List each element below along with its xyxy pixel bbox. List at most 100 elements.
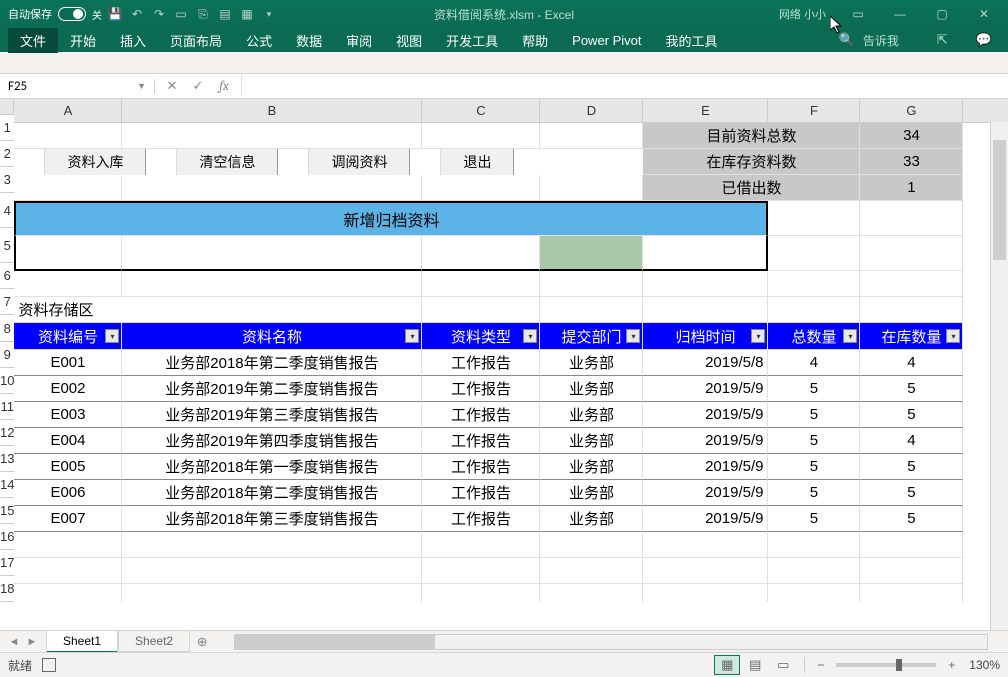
- cell-row17-1[interactable]: [122, 558, 422, 584]
- lookup-button[interactable]: 调阅资料: [308, 149, 410, 175]
- sheet-tab-1[interactable]: Sheet1: [46, 631, 118, 653]
- col-header-E[interactable]: E: [643, 99, 768, 122]
- data-cell-3-3[interactable]: 业务部: [540, 428, 643, 454]
- table-header-6[interactable]: 在库数量▾: [860, 323, 963, 350]
- input-id[interactable]: [14, 236, 122, 271]
- cell-C1[interactable]: [422, 123, 540, 149]
- cell-row16-4[interactable]: [643, 532, 768, 558]
- data-cell-1-2[interactable]: 工作报告: [422, 376, 540, 402]
- view-normal-icon[interactable]: ▦: [714, 655, 740, 675]
- name-box[interactable]: F25 ▼: [0, 79, 155, 94]
- cell-row18-3[interactable]: [540, 584, 643, 602]
- close-button[interactable]: ✕: [964, 0, 1004, 28]
- stats-value-out[interactable]: 1: [860, 175, 963, 201]
- zoom-in-button[interactable]: +: [944, 658, 959, 672]
- tab-developer[interactable]: 开发工具: [434, 28, 510, 53]
- data-cell-4-5[interactable]: 5: [768, 454, 860, 480]
- data-cell-3-2[interactable]: 工作报告: [422, 428, 540, 454]
- autosave-switch-icon[interactable]: [58, 7, 86, 21]
- zoom-slider-thumb[interactable]: [896, 659, 902, 671]
- cell-row18-6[interactable]: [860, 584, 963, 602]
- cell-row6-3[interactable]: [540, 271, 643, 297]
- cell-row6-0[interactable]: [14, 271, 122, 297]
- data-cell-2-3[interactable]: 业务部: [540, 402, 643, 428]
- cell-row6-5[interactable]: [768, 271, 860, 297]
- filter-icon-5[interactable]: ▾: [843, 329, 857, 343]
- sheet-nav-prev-icon[interactable]: ◄: [6, 634, 22, 650]
- cell-row6-4[interactable]: [643, 271, 768, 297]
- data-cell-5-5[interactable]: 5: [768, 480, 860, 506]
- cell-G5[interactable]: [860, 236, 963, 271]
- col-header-D[interactable]: D: [540, 99, 643, 122]
- cell-C3[interactable]: [422, 175, 540, 201]
- search-icon[interactable]: 🔍: [839, 32, 855, 48]
- cell-row17-2[interactable]: [422, 558, 540, 584]
- filter-icon-3[interactable]: ▾: [626, 329, 640, 343]
- data-cell-6-0[interactable]: E007: [14, 506, 122, 532]
- horizontal-scrollbar[interactable]: [234, 634, 988, 650]
- entry-button[interactable]: 资料入库: [44, 149, 146, 175]
- cell-row18-2[interactable]: [422, 584, 540, 602]
- table-header-2[interactable]: 资料类型▾: [422, 323, 540, 350]
- row-header-13[interactable]: 13: [0, 446, 14, 472]
- vertical-scroll-thumb[interactable]: [993, 140, 1006, 260]
- data-cell-2-1[interactable]: 业务部2019年第三季度销售报告: [122, 402, 422, 428]
- row-header-16[interactable]: 16: [0, 524, 14, 550]
- cell-row7-3[interactable]: [540, 297, 643, 323]
- row-header-1[interactable]: 1: [0, 115, 14, 141]
- cell-row7-4[interactable]: [643, 297, 768, 323]
- view-pagebreak-icon[interactable]: ▭: [770, 655, 796, 675]
- data-cell-0-4[interactable]: 2019/5/8: [643, 350, 768, 376]
- select-all-corner[interactable]: [0, 99, 14, 115]
- save-icon[interactable]: 💾: [106, 5, 124, 23]
- table-row[interactable]: E002业务部2019年第二季度销售报告工作报告业务部2019/5/955: [14, 376, 1008, 402]
- comments-button[interactable]: 💬: [976, 32, 992, 48]
- data-cell-0-6[interactable]: 4: [860, 350, 963, 376]
- data-cell-6-6[interactable]: 5: [860, 506, 963, 532]
- stats-value-total[interactable]: 34: [860, 123, 963, 149]
- data-cell-0-3[interactable]: 业务部: [540, 350, 643, 376]
- row-header-14[interactable]: 14: [0, 472, 14, 498]
- input-date[interactable]: [643, 236, 768, 271]
- zoom-percent[interactable]: 130%: [961, 658, 1000, 672]
- cell-B1[interactable]: [122, 123, 422, 149]
- add-sheet-button[interactable]: ⊕: [190, 634, 214, 650]
- cell-row6-2[interactable]: [422, 271, 540, 297]
- table-header-3[interactable]: 提交部门▾: [540, 323, 643, 350]
- cell-row16-6[interactable]: [860, 532, 963, 558]
- data-cell-1-6[interactable]: 5: [860, 376, 963, 402]
- row-header-8[interactable]: 8: [0, 315, 14, 342]
- maximize-button[interactable]: ▢: [922, 0, 962, 28]
- fx-icon[interactable]: fx: [213, 75, 235, 97]
- cancel-formula-icon[interactable]: ✕: [161, 75, 183, 97]
- row-header-2[interactable]: 2: [0, 141, 14, 167]
- input-name[interactable]: [122, 236, 422, 271]
- data-cell-1-3[interactable]: 业务部: [540, 376, 643, 402]
- data-cell-5-1[interactable]: 业务部2018年第二季度销售报告: [122, 480, 422, 506]
- data-cell-3-4[interactable]: 2019/5/9: [643, 428, 768, 454]
- tab-file[interactable]: 文件: [8, 28, 58, 53]
- section-label[interactable]: 资料存储区: [14, 297, 422, 323]
- data-cell-3-6[interactable]: 4: [860, 428, 963, 454]
- data-cell-2-5[interactable]: 5: [768, 402, 860, 428]
- row-header-7[interactable]: 7: [0, 289, 14, 315]
- cell-row16-0[interactable]: [14, 532, 122, 558]
- table-row[interactable]: E007业务部2018年第三季度销售报告工作报告业务部2019/5/955: [14, 506, 1008, 532]
- data-cell-4-3[interactable]: 业务部: [540, 454, 643, 480]
- row-header-12[interactable]: 12: [0, 420, 14, 446]
- cell-row7-6[interactable]: [860, 297, 963, 323]
- table-row[interactable]: E001业务部2018年第二季度销售报告工作报告业务部2019/5/844: [14, 350, 1008, 376]
- qat-icon-3[interactable]: ▤: [216, 5, 234, 23]
- cell-row18-0[interactable]: [14, 584, 122, 602]
- col-header-C[interactable]: C: [422, 99, 540, 122]
- data-cell-5-6[interactable]: 5: [860, 480, 963, 506]
- data-cell-2-4[interactable]: 2019/5/9: [643, 402, 768, 428]
- data-cell-5-0[interactable]: E006: [14, 480, 122, 506]
- data-cell-2-2[interactable]: 工作报告: [422, 402, 540, 428]
- filter-icon-2[interactable]: ▾: [523, 329, 537, 343]
- view-pagelayout-icon[interactable]: ▤: [742, 655, 768, 675]
- tab-formulas[interactable]: 公式: [234, 28, 284, 53]
- data-cell-6-3[interactable]: 业务部: [540, 506, 643, 532]
- table-header-4[interactable]: 归档时间▾: [643, 323, 768, 350]
- cell-F4[interactable]: [768, 201, 860, 236]
